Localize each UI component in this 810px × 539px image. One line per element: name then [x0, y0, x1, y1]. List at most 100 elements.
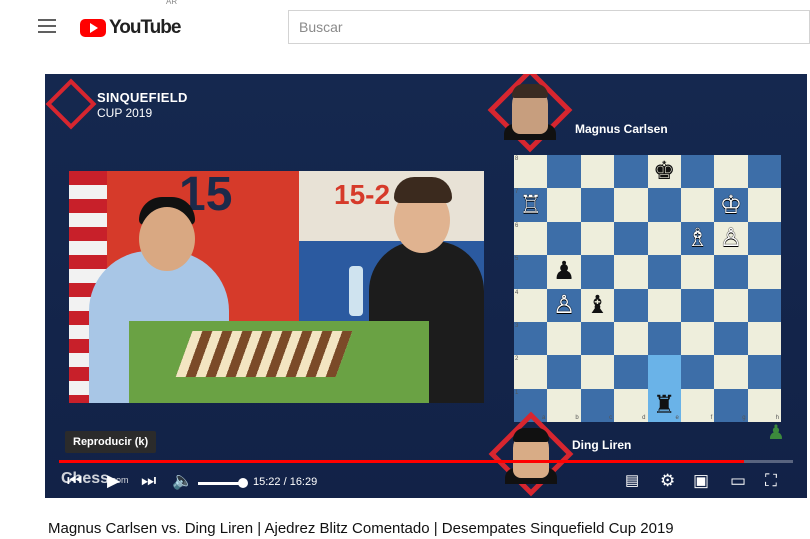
search-placeholder: Buscar [299, 19, 343, 35]
square-d8 [614, 155, 648, 189]
next-icon[interactable]: ⏭ [141, 471, 156, 491]
volume-slider[interactable] [198, 482, 243, 485]
chessboard: 8 ♚ 7 ♖ ♔ 6 ♗ ♙ 5 ♟ 4 ♙ ♝ 3 2 1 a b c d e ♜ f g h [514, 155, 781, 422]
player-name-bottom: Ding Liren [572, 438, 632, 452]
square-c6 [580, 221, 615, 256]
square-c7 [580, 188, 615, 222]
square-e2 [647, 355, 681, 389]
square-a6: 6 [514, 221, 548, 256]
square-a4: 4 [514, 288, 548, 322]
square-c3 [580, 321, 615, 356]
progress-bar[interactable] [59, 460, 793, 463]
pawn-icon: ♟ [767, 422, 785, 444]
event-title: SINQUEFIELD [97, 90, 188, 105]
square-a5: 5 [514, 255, 548, 289]
rank-label: 1 [515, 389, 519, 396]
play-tooltip: Reproducir (k) [65, 431, 157, 453]
chess-piece-g6: ♙ [719, 223, 743, 252]
youtube-logo[interactable]: YouTube [80, 17, 181, 39]
file-label: c [609, 415, 613, 421]
volume-knob[interactable] [238, 478, 248, 488]
square-h3 [747, 321, 781, 356]
settings-gear-icon[interactable]: ⚙ [660, 471, 675, 491]
square-h1: h [747, 388, 781, 422]
player-controls: Chess.com ⏮ ▶ ⏭ 🔈 15:22 / 16:29 ▤ ⚙ ▣ ▭ … [45, 465, 807, 498]
previous-icon[interactable]: ⏮ [67, 471, 82, 491]
chess-piece-c4: ♝ [586, 290, 609, 319]
chess-piece-g7: ♔ [719, 190, 743, 219]
square-b4: ♙ [547, 288, 581, 322]
play-logo-icon [80, 19, 106, 37]
square-e5 [647, 255, 681, 289]
volume-icon[interactable]: 🔈 [172, 471, 193, 491]
square-c2 [580, 355, 615, 389]
rank-label: 4 [515, 289, 519, 296]
square-g6: ♙ [714, 221, 748, 256]
chess-piece-e8: ♚ [652, 157, 676, 186]
progress-fill [59, 460, 744, 463]
video-player[interactable]: SINQUEFIELD CUP 2019 15 15-2 Magnus Carl… [45, 74, 807, 498]
chess-piece-a7: ♖ [519, 190, 542, 219]
file-label: g [742, 415, 746, 421]
fullscreen-icon[interactable]: ⛶ [765, 471, 777, 491]
theater-mode-icon[interactable]: ▭ [730, 471, 746, 491]
square-b5: ♟ [547, 255, 581, 289]
event-diamond-icon [45, 78, 97, 130]
square-e3 [647, 321, 681, 356]
square-f7 [680, 188, 715, 222]
water-bottle [349, 266, 363, 316]
square-c8 [580, 155, 615, 189]
square-b1: b [547, 388, 581, 422]
square-e8: ♚ [647, 155, 681, 189]
square-g3 [714, 321, 748, 356]
chess-piece-e1: ♜ [652, 390, 676, 419]
square-d4 [614, 288, 648, 322]
miniplayer-icon[interactable]: ▣ [693, 471, 709, 491]
square-d2 [614, 355, 648, 389]
square-g7: ♔ [714, 188, 748, 222]
subtitles-icon[interactable]: ▤ [625, 471, 639, 489]
player-name-top: Magnus Carlsen [575, 122, 668, 136]
square-d5 [614, 255, 648, 289]
square-h7 [747, 188, 781, 222]
square-g5 [714, 255, 748, 289]
physical-board [175, 331, 353, 377]
square-h6 [747, 221, 781, 256]
square-g4 [714, 288, 748, 322]
square-g2 [714, 355, 748, 389]
square-f6: ♗ [680, 221, 715, 256]
square-d1: d [614, 388, 648, 422]
top-bar: YouTube AR Buscar [0, 0, 810, 55]
file-label: b [575, 415, 579, 421]
square-f1: f [680, 388, 715, 422]
square-e4 [647, 288, 681, 322]
search-input[interactable]: Buscar [288, 10, 810, 44]
rank-label: 2 [515, 356, 519, 363]
play-button[interactable]: ▶ [107, 471, 120, 491]
square-f3 [680, 321, 715, 356]
country-code: AR [166, 0, 178, 6]
rank-label: 3 [515, 322, 519, 329]
square-c1: c [580, 388, 615, 422]
square-c4: ♝ [580, 288, 615, 322]
time-display: 15:22 / 16:29 [253, 476, 318, 488]
square-b7 [547, 188, 581, 222]
rank-label: 8 [515, 156, 519, 162]
rank-label: 7 [515, 189, 519, 196]
rank-label: 5 [515, 256, 519, 263]
file-label: a [542, 415, 546, 421]
square-h5 [747, 255, 781, 289]
square-b8 [547, 155, 581, 189]
camera-feed: 15 15-2 [69, 171, 484, 403]
square-b2 [547, 355, 581, 389]
file-label: d [642, 415, 646, 421]
chess-piece-b4: ♙ [552, 290, 576, 319]
menu-icon[interactable] [38, 19, 56, 33]
square-f2 [680, 355, 715, 389]
video-title: Magnus Carlsen vs. Ding Liren | Ajedrez … [48, 520, 674, 537]
square-h2 [747, 355, 781, 389]
square-a8: 8 [514, 155, 548, 189]
square-a3: 3 [514, 321, 548, 356]
square-d7 [614, 188, 648, 222]
square-d3 [614, 321, 648, 356]
